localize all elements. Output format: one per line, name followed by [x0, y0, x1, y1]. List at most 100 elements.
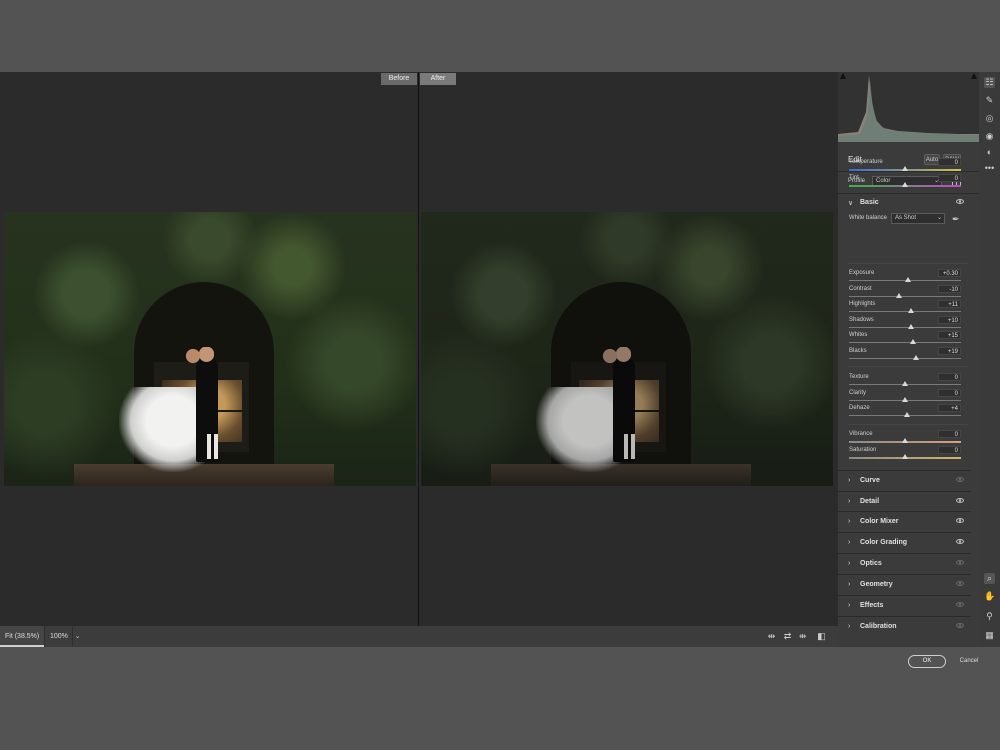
slider-label: Contrast — [849, 286, 872, 292]
slider-thumb[interactable] — [904, 412, 911, 417]
after-label: After — [420, 73, 456, 85]
white-balance-dropdown[interactable]: As Shot ⌄ — [891, 213, 945, 224]
slider-vibrance[interactable]: Vibrance 0 — [838, 430, 971, 447]
zoom-fit-button[interactable]: Fit (38.5%) — [0, 626, 44, 647]
slider-track[interactable] — [849, 296, 961, 297]
group-divider — [848, 424, 968, 425]
slider-value-field[interactable]: 0 — [938, 389, 961, 397]
eye-icon[interactable] — [956, 477, 964, 482]
slider-value-field[interactable]: +4 — [938, 404, 961, 412]
chevron-right-icon: › — [848, 602, 851, 609]
slider-label: Exposure — [849, 270, 875, 276]
chevron-right-icon: › — [848, 581, 851, 588]
hand-icon[interactable]: ✋ — [984, 591, 995, 602]
section-basic[interactable]: ∨ Basic — [838, 193, 971, 213]
before-after-view-icon[interactable]: ⇹ — [766, 631, 777, 642]
slider-highlights[interactable]: Highlights +11 — [838, 300, 971, 317]
eye-icon[interactable] — [956, 498, 964, 503]
white-balance-value: As Shot — [895, 215, 917, 221]
zoom-dropdown-icon[interactable]: ⌄ — [72, 626, 82, 647]
zoom-100-button[interactable]: 100% — [44, 626, 72, 647]
slider-blacks[interactable]: Blacks +19 — [838, 347, 971, 364]
slider-thumb[interactable] — [910, 339, 917, 344]
eye-icon[interactable] — [956, 539, 964, 544]
color-sampler-icon[interactable]: ⚲ — [984, 611, 995, 622]
slider-value-field[interactable]: +11 — [938, 300, 961, 308]
toggle-view-icon[interactable]: ◧ — [816, 631, 827, 642]
slider-value-field[interactable]: +19 — [938, 347, 961, 355]
slider-track[interactable] — [849, 358, 961, 359]
slider-thumb[interactable] — [902, 454, 908, 459]
camera-raw-window: Before After Fit (38.5%) 100% ⌄ ⇹ ⇄ ⇻ ◧ … — [0, 72, 1000, 647]
red-eye-icon[interactable]: ◉ — [984, 131, 995, 142]
slider-thumb[interactable] — [912, 355, 919, 360]
slider-temperature[interactable]: Temperature 0 — [838, 158, 971, 175]
eye-icon[interactable] — [956, 623, 964, 628]
section-geometry[interactable]: › Geometry — [838, 575, 971, 595]
slider-thumb[interactable] — [902, 381, 908, 386]
eye-icon[interactable] — [956, 518, 964, 523]
section-color-grading[interactable]: › Color Grading — [838, 533, 971, 553]
eye-icon[interactable] — [956, 581, 964, 586]
slider-thumb[interactable] — [902, 166, 908, 171]
healing-brush-icon[interactable]: ✎ — [984, 95, 995, 106]
eye-icon[interactable] — [956, 602, 964, 607]
section-title: Curve — [860, 477, 880, 484]
masking-icon[interactable]: ◎ — [984, 113, 995, 124]
zoom-icon[interactable]: ⌕ — [984, 573, 995, 584]
slider-value-field[interactable]: +15 — [938, 331, 961, 339]
chevron-down-icon: ⌄ — [936, 215, 942, 221]
slider-value-field[interactable]: +0.30 — [938, 269, 961, 277]
eyedropper-icon[interactable]: ✒ — [952, 214, 960, 225]
slider-texture[interactable]: Texture 0 — [838, 373, 971, 390]
slider-thumb[interactable] — [902, 397, 908, 402]
slider-tint[interactable]: Tint 0 — [838, 174, 971, 191]
slider-thumb[interactable] — [905, 277, 912, 282]
section-optics[interactable]: › Optics — [838, 554, 971, 574]
section-curve[interactable]: › Curve — [838, 471, 971, 491]
slider-exposure[interactable]: Exposure +0.30 — [838, 269, 971, 286]
eye-icon[interactable] — [956, 199, 964, 204]
section-title: Calibration — [860, 623, 897, 630]
slider-value-field[interactable]: 0 — [938, 158, 961, 166]
presets-icon[interactable]: ◐ — [984, 147, 995, 158]
slider-track[interactable] — [849, 342, 961, 343]
slider-thumb[interactable] — [907, 324, 914, 329]
slider-dehaze[interactable]: Dehaze +4 — [838, 404, 971, 421]
more-icon[interactable]: ••• — [984, 163, 995, 174]
histogram — [838, 72, 979, 142]
slider-label: Shadows — [849, 317, 874, 323]
ok-button[interactable]: OK — [908, 655, 946, 668]
edit-sliders-icon[interactable]: ☷ — [984, 77, 995, 88]
slider-saturation[interactable]: Saturation 0 — [838, 446, 971, 463]
group-divider — [848, 366, 968, 367]
slider-value-field[interactable]: +10 — [938, 316, 961, 324]
slider-value-field[interactable]: 0 — [938, 373, 961, 381]
slider-whites[interactable]: Whites +15 — [838, 331, 971, 348]
slider-track[interactable] — [849, 311, 961, 312]
section-calibration[interactable]: › Calibration — [838, 617, 971, 637]
slider-thumb[interactable] — [902, 182, 908, 187]
after-photo — [421, 212, 833, 486]
slider-value-field[interactable]: 0 — [938, 446, 961, 454]
slider-thumb[interactable] — [896, 293, 903, 298]
slider-value-field[interactable]: 0 — [938, 430, 961, 438]
section-detail[interactable]: › Detail — [838, 492, 971, 512]
section-title: Optics — [860, 560, 882, 567]
cancel-button[interactable]: Cancel — [959, 655, 979, 668]
grid-overlay-icon[interactable]: ▦ — [984, 630, 995, 641]
slider-thumb[interactable] — [908, 308, 915, 313]
eye-icon[interactable] — [956, 560, 964, 565]
preview-bottom-bar: Fit (38.5%) 100% ⌄ ⇹ ⇄ ⇻ ◧ — [0, 626, 838, 647]
copy-after-to-before-icon[interactable]: ⇻ — [797, 631, 808, 642]
slider-value-field[interactable]: 0 — [938, 174, 961, 182]
chevron-right-icon: › — [848, 518, 851, 525]
section-effects[interactable]: › Effects — [838, 596, 971, 616]
slider-thumb[interactable] — [902, 438, 908, 443]
after-pane — [419, 72, 838, 626]
slider-value-field[interactable]: -10 — [938, 285, 961, 293]
section-color-mixer[interactable]: › Color Mixer — [838, 512, 971, 532]
slider-track[interactable] — [849, 327, 961, 328]
swap-before-after-icon[interactable]: ⇄ — [782, 631, 793, 642]
slider-label: Texture — [849, 374, 869, 380]
